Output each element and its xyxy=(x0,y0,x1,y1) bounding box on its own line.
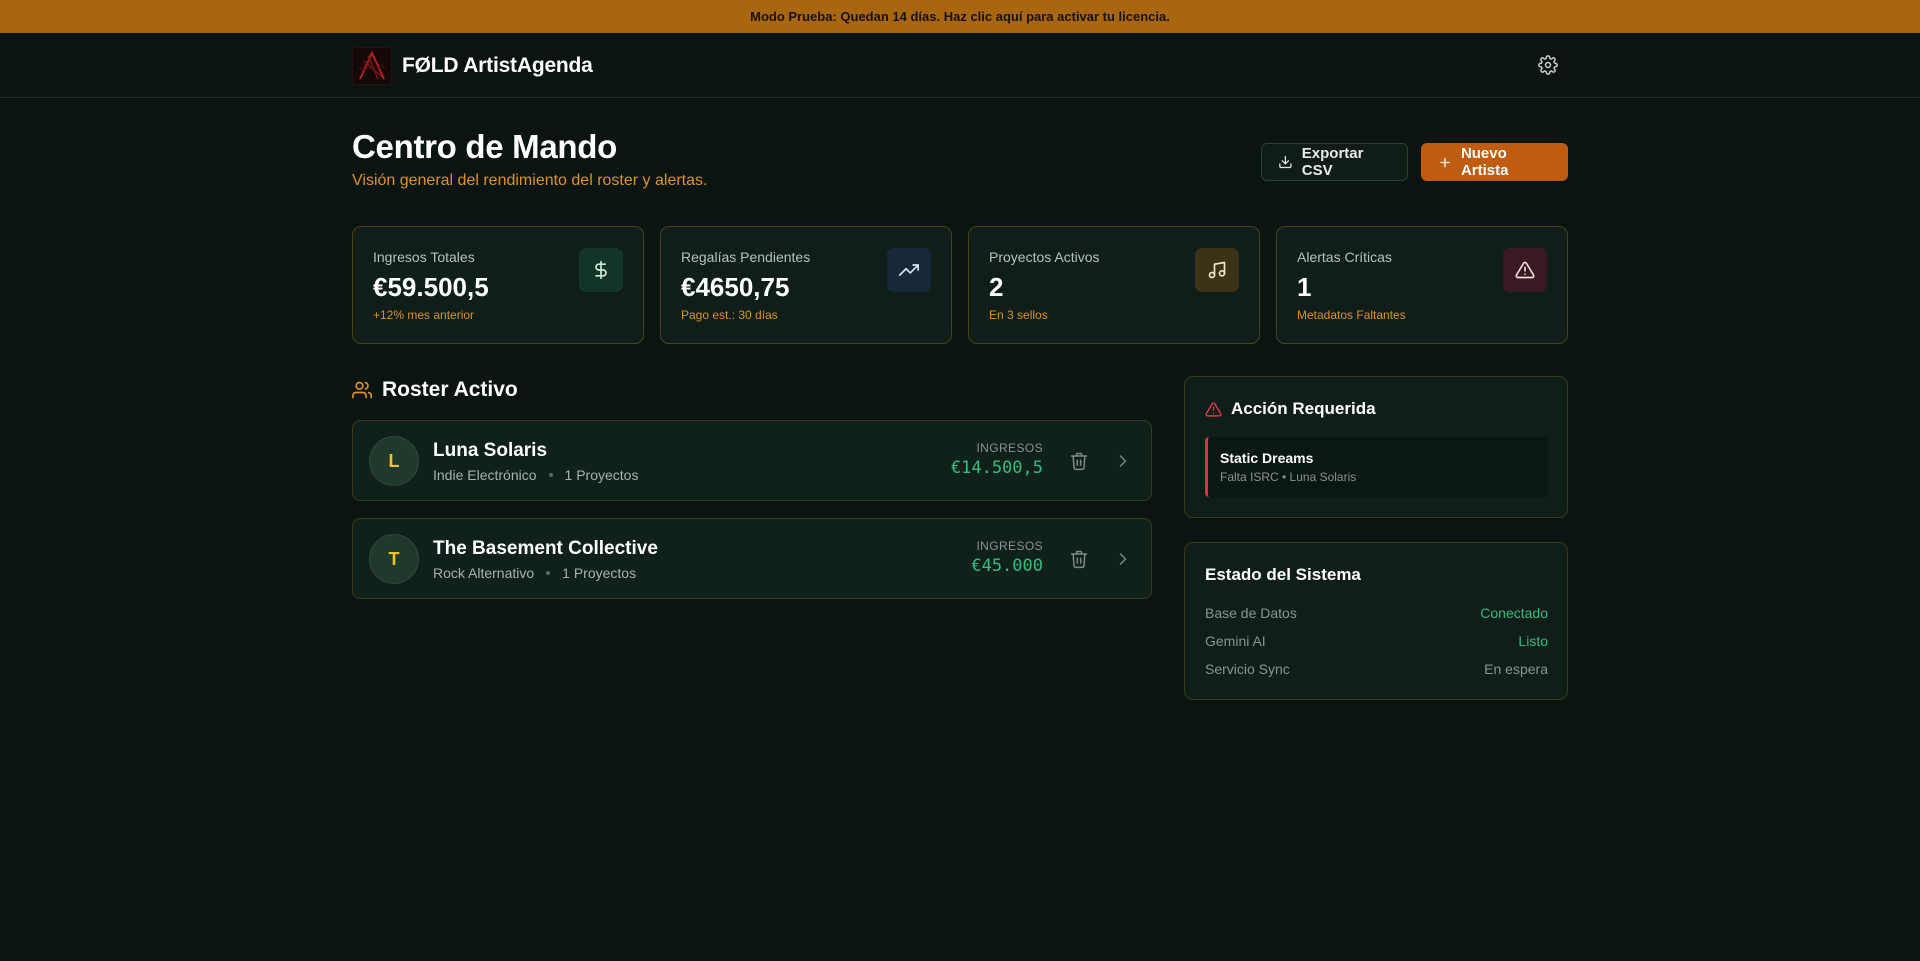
status-row: Servicio Sync En espera xyxy=(1205,661,1548,677)
kpi-icon-box xyxy=(1503,248,1547,292)
kpi-icon-box xyxy=(1195,248,1239,292)
kpi-note: Metadatos Faltantes xyxy=(1297,308,1406,322)
artist-name: Luna Solaris xyxy=(433,440,548,461)
trial-banner-text: Modo Prueba: Quedan 14 días. Haz clic aq… xyxy=(750,9,1170,24)
status-key: Servicio Sync xyxy=(1205,661,1290,677)
kpi-value: €4650,75 xyxy=(681,272,790,302)
brand[interactable]: FØLD ArtistAgenda xyxy=(352,47,593,85)
avatar: T xyxy=(369,534,419,584)
trash-icon xyxy=(1070,550,1088,569)
status-row: Gemini AI Listo xyxy=(1205,633,1548,649)
status-row: Base de Datos Conectado xyxy=(1205,605,1548,621)
page-title: Centro de Mando xyxy=(352,128,617,165)
music-icon xyxy=(1208,261,1226,279)
status-value: Listo xyxy=(1518,633,1548,649)
revenue-value: €14.500,5 xyxy=(950,458,1043,478)
action-required-title: Acción Requerida xyxy=(1205,399,1376,419)
page-subtitle: Visión general del rendimiento del roste… xyxy=(352,172,708,189)
delete-artist-button[interactable] xyxy=(1069,451,1089,471)
kpi-note: Pago est.: 30 días xyxy=(681,308,778,322)
export-csv-button[interactable]: Exportar CSV xyxy=(1261,143,1408,181)
delete-artist-button[interactable] xyxy=(1069,549,1089,569)
artist-projects: 1 Proyectos xyxy=(564,467,639,483)
dollar-icon xyxy=(595,260,607,280)
kpi-card-active-projects: Proyectos Activos 2 En 3 sellos xyxy=(968,226,1260,344)
new-artist-button[interactable]: Nuevo Artista xyxy=(1421,143,1568,181)
artist-name: The Basement Collective xyxy=(433,538,658,559)
brand-name: FØLD ArtistAgenda xyxy=(402,54,593,77)
status-value: Conectado xyxy=(1480,605,1548,621)
users-icon xyxy=(352,381,372,399)
artist-projects: 1 Proyectos xyxy=(562,565,637,581)
kpi-label: Alertas Críticas xyxy=(1297,249,1392,265)
status-key: Gemini AI xyxy=(1205,633,1266,649)
system-status-title: Estado del Sistema xyxy=(1205,565,1361,584)
open-artist-button[interactable] xyxy=(1113,549,1133,569)
roster-section-title: Roster Activo xyxy=(352,378,518,402)
trending-up-icon xyxy=(899,264,919,276)
artist-meta: Rock Alternativo 1 Proyectos xyxy=(433,565,636,581)
kpi-card-critical-alerts: Alertas Críticas 1 Metadatos Faltantes xyxy=(1276,226,1568,344)
alert-subtitle: Falta ISRC • Luna Solaris xyxy=(1220,470,1357,484)
alert-item[interactable]: Static Dreams Falta ISRC • Luna Solaris xyxy=(1205,437,1548,497)
settings-button[interactable] xyxy=(1536,53,1560,77)
revenue-value: €45.000 xyxy=(971,556,1043,576)
download-icon xyxy=(1279,155,1292,169)
brand-logo xyxy=(352,47,392,85)
artist-card[interactable]: T The Basement Collective Rock Alternati… xyxy=(352,518,1152,599)
open-artist-button[interactable] xyxy=(1113,451,1133,471)
kpi-note: En 3 sellos xyxy=(989,308,1048,322)
separator-dot xyxy=(546,571,551,575)
status-key: Base de Datos xyxy=(1205,605,1297,621)
kpi-label: Proyectos Activos xyxy=(989,249,1100,265)
trash-icon xyxy=(1070,452,1088,471)
alert-triangle-icon xyxy=(1515,261,1535,279)
avatar: L xyxy=(369,436,419,486)
artist-genre: Indie Electrónico xyxy=(433,467,537,483)
artist-genre: Rock Alternativo xyxy=(433,565,535,581)
chevron-right-icon xyxy=(1119,455,1127,467)
kpi-icon-box xyxy=(579,248,623,292)
action-required-label: Acción Requerida xyxy=(1231,399,1376,418)
kpi-value: 1 xyxy=(1297,272,1312,302)
system-status-panel: Estado del Sistema Base de Datos Conecta… xyxy=(1184,542,1568,700)
gear-icon xyxy=(1538,55,1558,75)
trial-banner[interactable]: Modo Prueba: Quedan 14 días. Haz clic aq… xyxy=(0,0,1920,33)
revenue-label: INGRESOS xyxy=(976,441,1043,455)
roster-title: Roster Activo xyxy=(382,378,518,401)
kpi-card-pending-royalties: Regalías Pendientes €4650,75 Pago est.: … xyxy=(660,226,952,344)
export-csv-label: Exportar CSV xyxy=(1301,145,1364,179)
action-required-panel: Acción Requerida Static Dreams Falta ISR… xyxy=(1184,376,1568,518)
kpi-value: 2 xyxy=(989,272,1004,302)
kpi-label: Regalías Pendientes xyxy=(681,249,811,265)
kpi-icon-box xyxy=(887,248,931,292)
kpi-label: Ingresos Totales xyxy=(373,249,475,265)
kpi-note: +12% mes anterior xyxy=(373,308,475,322)
status-value: En espera xyxy=(1484,661,1548,677)
plus-icon xyxy=(1440,157,1450,167)
alert-triangle-icon xyxy=(1205,401,1222,417)
chevron-right-icon xyxy=(1119,553,1127,565)
top-bar: FØLD ArtistAgenda xyxy=(0,33,1920,98)
alert-title: Static Dreams xyxy=(1220,450,1314,466)
artist-meta: Indie Electrónico 1 Proyectos xyxy=(433,467,638,483)
revenue-label: INGRESOS xyxy=(976,539,1043,553)
artist-card[interactable]: L Luna Solaris Indie Electrónico 1 Proye… xyxy=(352,420,1152,501)
new-artist-label: Nuevo Artista xyxy=(1460,145,1509,179)
separator-dot xyxy=(548,473,553,477)
kpi-value: €59.500,5 xyxy=(373,272,489,302)
kpi-card-total-revenue: Ingresos Totales €59.500,5 +12% mes ante… xyxy=(352,226,644,344)
